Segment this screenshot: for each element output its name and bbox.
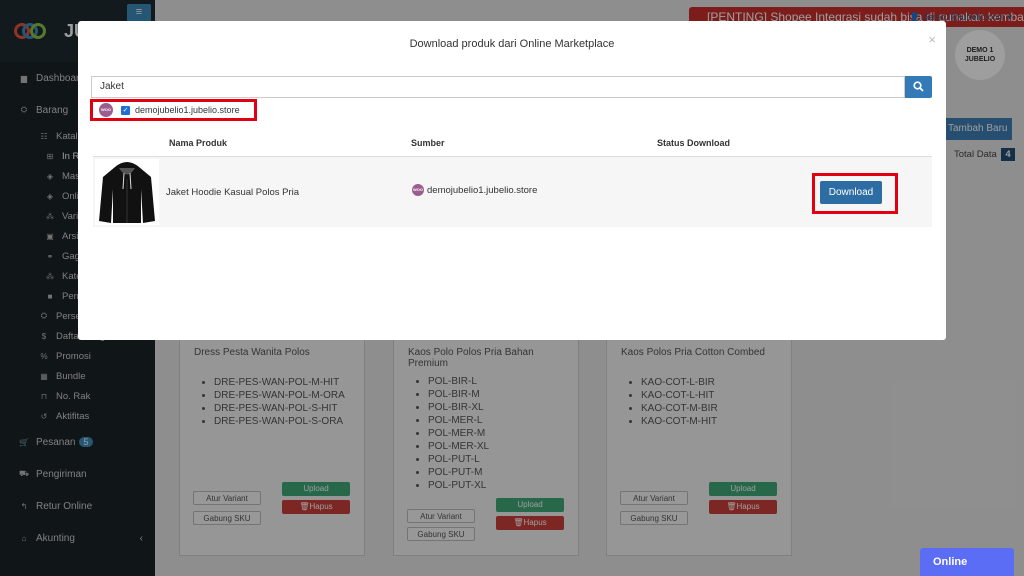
column-header-name: Nama Produk (169, 138, 228, 148)
store-filter: WOO ✓ demojubelio1.jubelio.store (90, 99, 257, 121)
product-name: Jaket Hoodie Kasual Polos Pria (166, 187, 300, 198)
product-thumbnail (95, 159, 159, 225)
hoodie-image (99, 162, 155, 223)
store-filter-label: demojubelio1.jubelio.store (135, 105, 240, 115)
modal-title: Download produk dari Online Marketplace (409, 38, 615, 50)
download-button[interactable]: Download (820, 181, 882, 204)
download-modal: Download produk dari Online Marketplace … (78, 21, 946, 340)
search-button[interactable] (905, 76, 932, 98)
search-icon (913, 81, 924, 92)
online-chat-button[interactable]: Online (920, 548, 1014, 576)
column-header-source: Sumber (411, 138, 445, 148)
product-source: WOO demojubelio1.jubelio.store (412, 184, 537, 196)
search-input[interactable]: Jaket (91, 76, 905, 98)
store-checkbox[interactable]: ✓ (121, 105, 130, 115)
column-header-status: Status Download (657, 138, 731, 148)
woocommerce-icon: WOO (99, 103, 113, 117)
source-label: demojubelio1.jubelio.store (427, 184, 538, 196)
table-row: Jaket Hoodie Kasual Polos Pria WOO demoj… (93, 156, 932, 227)
download-highlight: Download (812, 173, 898, 214)
close-icon[interactable]: × (928, 32, 936, 47)
woocommerce-icon: WOO (412, 184, 424, 196)
